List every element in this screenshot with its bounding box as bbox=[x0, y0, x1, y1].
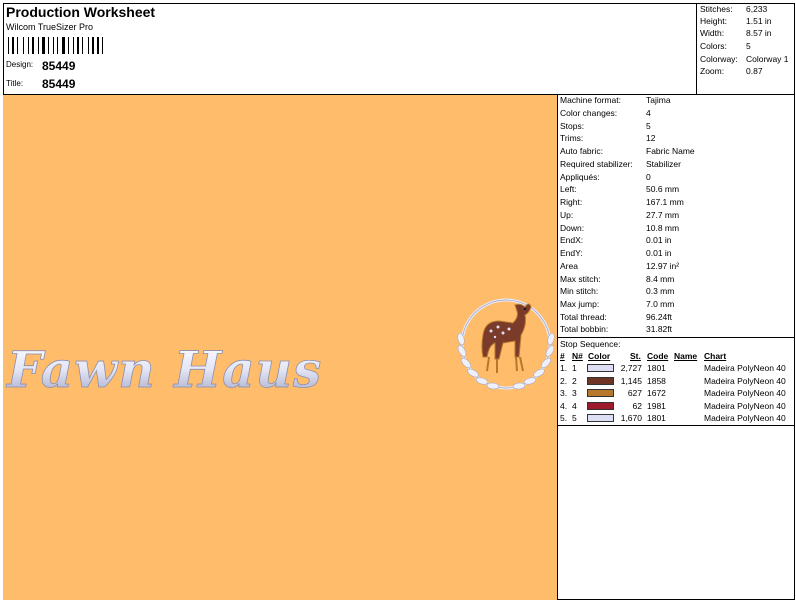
stop-row-needle: 2 bbox=[572, 375, 577, 386]
stop-row-stitches: 1,670 bbox=[620, 413, 642, 423]
stop-row-needle: 3 bbox=[572, 388, 577, 398]
stop-row-stitches: 627 bbox=[627, 388, 642, 398]
title-label: Title: bbox=[6, 79, 24, 88]
page-title: Production Worksheet bbox=[6, 4, 156, 20]
col-n: N# bbox=[572, 351, 583, 361]
col-chart: Chart bbox=[704, 351, 727, 361]
fawn-figure bbox=[481, 303, 532, 373]
stop-row-chart: Madeira PolyNeon 40 bbox=[704, 375, 786, 386]
barcode-image bbox=[8, 37, 103, 54]
col-name: Name bbox=[674, 351, 698, 361]
col-color: Color bbox=[588, 351, 611, 361]
stop-sequence: Stop Sequence: # N# Color St. Code Name … bbox=[558, 337, 795, 426]
app-name: Wilcom TrueSizer Pro bbox=[6, 22, 94, 32]
stop-row-needle: 1 bbox=[572, 363, 577, 373]
title-value: 85449 bbox=[42, 77, 76, 91]
stop-row-code: 1672 bbox=[647, 388, 666, 398]
stop-row-stitches: 1,145 bbox=[620, 375, 642, 386]
stop-row-chart: Madeira PolyNeon 40 bbox=[704, 400, 786, 411]
stop-row-number: 2. bbox=[560, 375, 568, 386]
stop-row-needle: 5 bbox=[572, 413, 577, 423]
stop-row-chart: Madeira PolyNeon 40 bbox=[704, 413, 786, 423]
col-num: # bbox=[560, 351, 565, 361]
design-preview: Fawn Haus bbox=[3, 95, 558, 600]
stop-row-stitches: 2,727 bbox=[620, 363, 642, 373]
stop-row-number: 4. bbox=[560, 400, 568, 411]
stop-row-code: 1801 bbox=[647, 363, 666, 373]
design-value: 85449 bbox=[42, 59, 76, 73]
stop-row-code: 1981 bbox=[647, 400, 666, 411]
stop-row-number: 3. bbox=[560, 388, 568, 398]
stop-row-chart: Madeira PolyNeon 40 bbox=[704, 388, 786, 398]
stop-row-code: 1858 bbox=[647, 375, 666, 386]
design-label: Design: bbox=[6, 60, 34, 69]
color-swatch bbox=[587, 401, 614, 410]
stop-row-needle: 4 bbox=[572, 400, 577, 411]
color-swatch bbox=[587, 376, 614, 385]
stop-row-code: 1801 bbox=[647, 413, 666, 423]
stop-row-chart: Madeira PolyNeon 40 bbox=[704, 363, 786, 373]
worksheet-header: Production Worksheet Wilcom TrueSizer Pr… bbox=[3, 3, 697, 95]
design-stats: Stitches: 6,233 Height: 1.51 in Width: 8.57… bbox=[697, 3, 795, 95]
col-code: Code bbox=[647, 351, 669, 361]
stop-row-stitches: 62 bbox=[632, 400, 642, 411]
stop-row-number: 5. bbox=[560, 413, 568, 423]
embroidery-design: Fawn Haus bbox=[5, 298, 555, 399]
color-swatch bbox=[587, 414, 614, 422]
fawn-emblem bbox=[457, 298, 555, 390]
stop-sequence-title: Stop Sequence: bbox=[560, 339, 621, 349]
color-swatch bbox=[587, 389, 614, 397]
stop-row-number: 1. bbox=[560, 363, 568, 373]
design-lettering: Fawn Haus bbox=[5, 340, 322, 399]
col-st: St. bbox=[630, 351, 641, 361]
color-swatch bbox=[587, 364, 614, 372]
